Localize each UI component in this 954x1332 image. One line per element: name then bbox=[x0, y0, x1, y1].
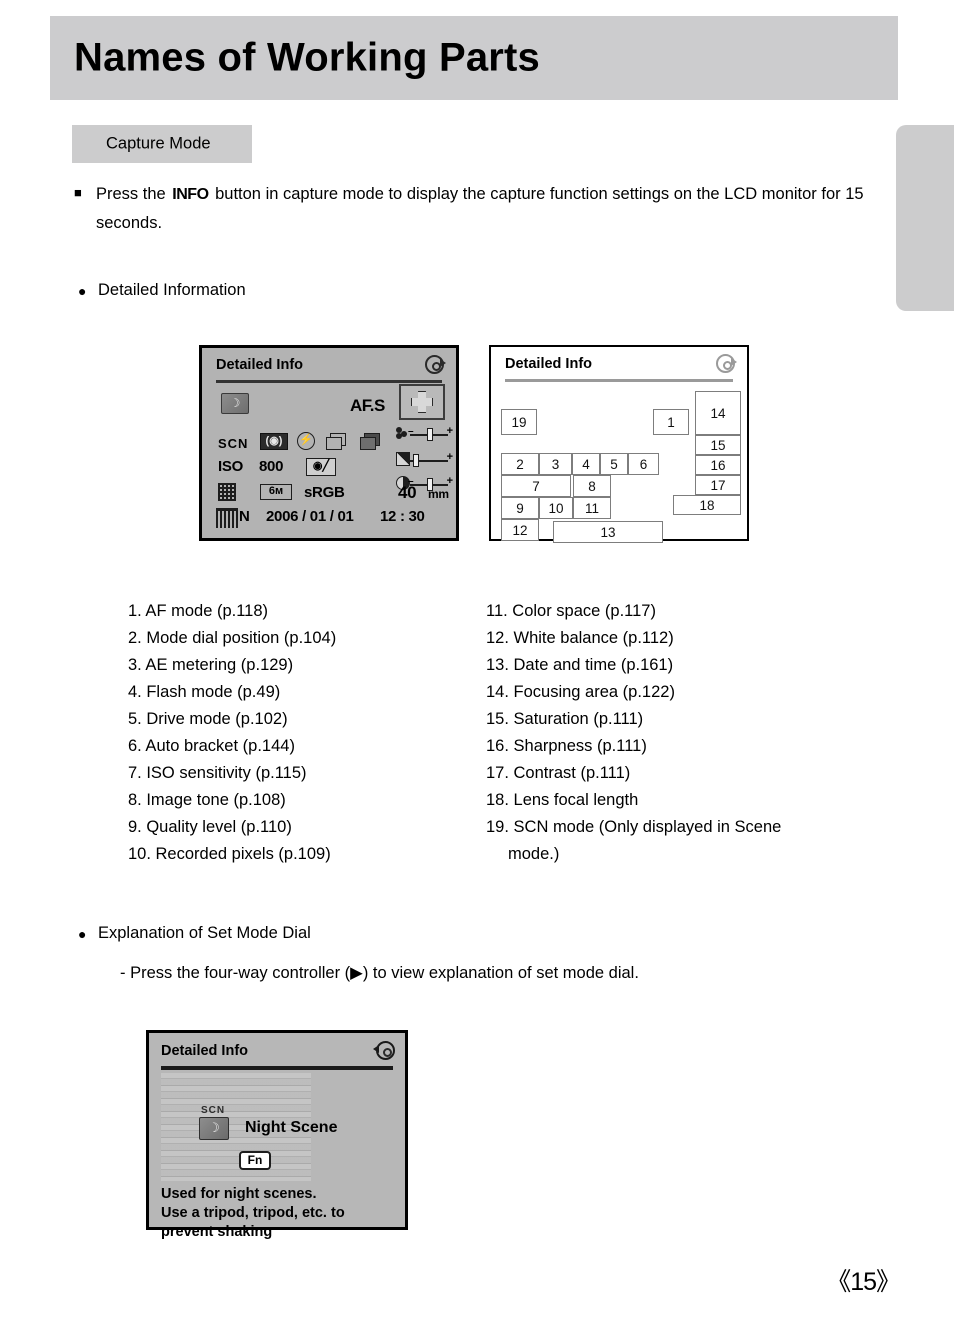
parts-list-left: 1. AF mode (p.118) 2. Mode dial position … bbox=[128, 598, 336, 868]
numbered-box-4: 4 bbox=[572, 453, 600, 475]
lcd-numbered-panel: Detailed Info 19 1 14 15 16 17 18 2 3 4 5 6 7 8 9 10 11 1… bbox=[489, 345, 749, 543]
page-header-band: Names of Working Parts bbox=[50, 16, 898, 100]
night-scene-icon: ☽ bbox=[199, 1117, 229, 1140]
round-bullet-icon-1 bbox=[78, 284, 86, 298]
af-mode-value: AF.S bbox=[350, 396, 385, 415]
mode-refresh-icon bbox=[425, 355, 446, 374]
description-line-3: prevent shaking bbox=[161, 1224, 273, 1240]
intro-paragraph: Press the INFO button in capture mode to… bbox=[96, 180, 886, 237]
numbered-box-7: 7 bbox=[501, 475, 571, 497]
lcd-panel-title: Detailed Info bbox=[216, 357, 304, 373]
numbered-box-18: 18 bbox=[673, 495, 741, 515]
fn-button-badge: Fn bbox=[239, 1151, 271, 1170]
parts-list-item: 17. Contrast (p.111) bbox=[486, 764, 631, 782]
time-value: 12 : 30 bbox=[380, 508, 425, 525]
mode-name-label: Night Scene bbox=[245, 1119, 338, 1136]
parts-list-item: 5. Drive mode (p.102) bbox=[128, 710, 288, 728]
numbered-box-14: 14 bbox=[695, 391, 741, 435]
numbered-box-5: 5 bbox=[600, 453, 628, 475]
parts-list-item: 2. Mode dial position (p.104) bbox=[128, 629, 337, 647]
parts-list-item: 16. Sharpness (p.111) bbox=[486, 737, 647, 755]
numbered-box-8: 8 bbox=[573, 475, 611, 497]
parts-list-item: 18. Lens focal length bbox=[486, 791, 639, 809]
iso-value: 800 bbox=[259, 458, 284, 475]
night-scene-icon: ☽ bbox=[221, 393, 249, 414]
ae-metering-icon: (◉) bbox=[260, 433, 288, 450]
description-line-2: Use a tripod, tripod, etc. to bbox=[161, 1205, 345, 1221]
saturation-icon: – + bbox=[396, 426, 453, 442]
focal-length-unit: mm bbox=[428, 487, 449, 501]
parts-list-item: 7. ISO sensitivity (p.115) bbox=[128, 764, 307, 782]
recorded-pixels-badge: 6м bbox=[260, 484, 292, 500]
mode-dial-value: SCN bbox=[218, 436, 249, 451]
lcd-divider bbox=[161, 1066, 393, 1070]
sharpness-icon: + bbox=[396, 452, 453, 468]
date-value: 2006 / 01 / 01 bbox=[266, 508, 354, 525]
white-balance-icon bbox=[216, 508, 238, 528]
night-scene-panel: Detailed Info SCN ☽ Night Scene Fn Used … bbox=[146, 1030, 408, 1240]
parts-list-item-continuation: mode.) bbox=[508, 845, 560, 863]
numbered-box-6: 6 bbox=[628, 453, 659, 475]
page-number: 《15》 bbox=[826, 1268, 901, 1296]
parts-list-item: 19. SCN mode (Only displayed in Scene bbox=[486, 818, 782, 836]
numbered-box-3: 3 bbox=[539, 453, 572, 475]
lcd-divider bbox=[216, 380, 442, 383]
capture-mode-label: Capture Mode bbox=[106, 134, 211, 153]
parts-list-item: 13. Date and time (p.161) bbox=[486, 656, 674, 674]
explanation-note: - Press the four-way controller (▶) to v… bbox=[120, 964, 639, 982]
parts-list-right: 11. Color space (p.117) 12. White balance… bbox=[486, 598, 781, 868]
parts-list-item: 6. Auto bracket (p.144) bbox=[128, 737, 295, 755]
lcd-sample-panel: Detailed Info ☽ AF.S – + + – + SCN (◉) ⚡ I… bbox=[199, 345, 459, 541]
section-heading-detailed-information: Detailed Information bbox=[98, 281, 246, 299]
numbered-box-9: 9 bbox=[501, 497, 539, 519]
numbered-box-10: 10 bbox=[539, 497, 573, 519]
drive-mode-icon bbox=[326, 433, 348, 450]
numbered-box-13: 13 bbox=[553, 521, 663, 543]
page-title: Names of Working Parts bbox=[74, 35, 541, 80]
info-button-keyword: INFO bbox=[172, 186, 209, 203]
numbered-box-19: 19 bbox=[501, 409, 537, 435]
square-bullet-icon bbox=[74, 186, 88, 199]
night-scene-panel-title: Detailed Info bbox=[161, 1043, 249, 1059]
white-balance-value: N bbox=[239, 508, 250, 525]
mode-refresh-icon bbox=[716, 354, 737, 373]
round-bullet-icon-2 bbox=[78, 927, 86, 941]
numbered-box-17: 17 bbox=[695, 475, 741, 495]
focus-area-cross-icon bbox=[399, 384, 445, 420]
parts-list-item: 14. Focusing area (p.122) bbox=[486, 683, 675, 701]
numbered-box-15: 15 bbox=[695, 435, 741, 455]
auto-bracket-icon bbox=[360, 433, 382, 450]
parts-list-item: 4. Flash mode (p.49) bbox=[128, 683, 281, 701]
iso-label: ISO bbox=[218, 458, 243, 475]
parts-list-item: 3. AE metering (p.129) bbox=[128, 656, 294, 674]
numbered-box-11: 11 bbox=[573, 497, 611, 519]
quality-level-icon bbox=[218, 483, 236, 501]
parts-list-item: 11. Color space (p.117) bbox=[486, 602, 656, 620]
parts-list-item: 9. Quality level (p.110) bbox=[128, 818, 292, 836]
mode-back-icon bbox=[373, 1041, 395, 1060]
numbered-box-2: 2 bbox=[501, 453, 539, 475]
section-heading-explanation: Explanation of Set Mode Dial bbox=[98, 924, 311, 942]
color-space-value: sRGB bbox=[304, 484, 345, 501]
numbered-box-12: 12 bbox=[501, 519, 539, 541]
parts-list-item: 8. Image tone (p.108) bbox=[128, 791, 286, 809]
numbered-box-16: 16 bbox=[695, 455, 741, 475]
intro-text-before: Press the bbox=[96, 185, 166, 203]
intro-text-after: button in capture mode to display the ca… bbox=[96, 185, 864, 232]
lcd-numbered-title: Detailed Info bbox=[505, 356, 593, 372]
image-tone-icon: ◉╱ bbox=[306, 458, 336, 476]
parts-list-item: 15. Saturation (p.111) bbox=[486, 710, 644, 728]
description-line-1: Used for night scenes. bbox=[161, 1186, 317, 1202]
flash-off-icon: ⚡ bbox=[297, 432, 315, 450]
lcd-divider bbox=[505, 379, 733, 382]
parts-list-item: 10. Recorded pixels (p.109) bbox=[128, 845, 331, 863]
parts-list-item: 1. AF mode (p.118) bbox=[128, 602, 269, 620]
numbered-box-1: 1 bbox=[653, 409, 689, 435]
parts-list-item: 12. White balance (p.112) bbox=[486, 629, 674, 647]
scn-label: SCN bbox=[201, 1105, 226, 1116]
focal-length-value: 40 bbox=[398, 483, 417, 502]
capture-mode-chip: Capture Mode bbox=[72, 125, 252, 163]
night-scene-description: Used for night scenes. Use a tripod, tri… bbox=[161, 1185, 401, 1242]
chapter-edge-tab bbox=[896, 125, 954, 311]
